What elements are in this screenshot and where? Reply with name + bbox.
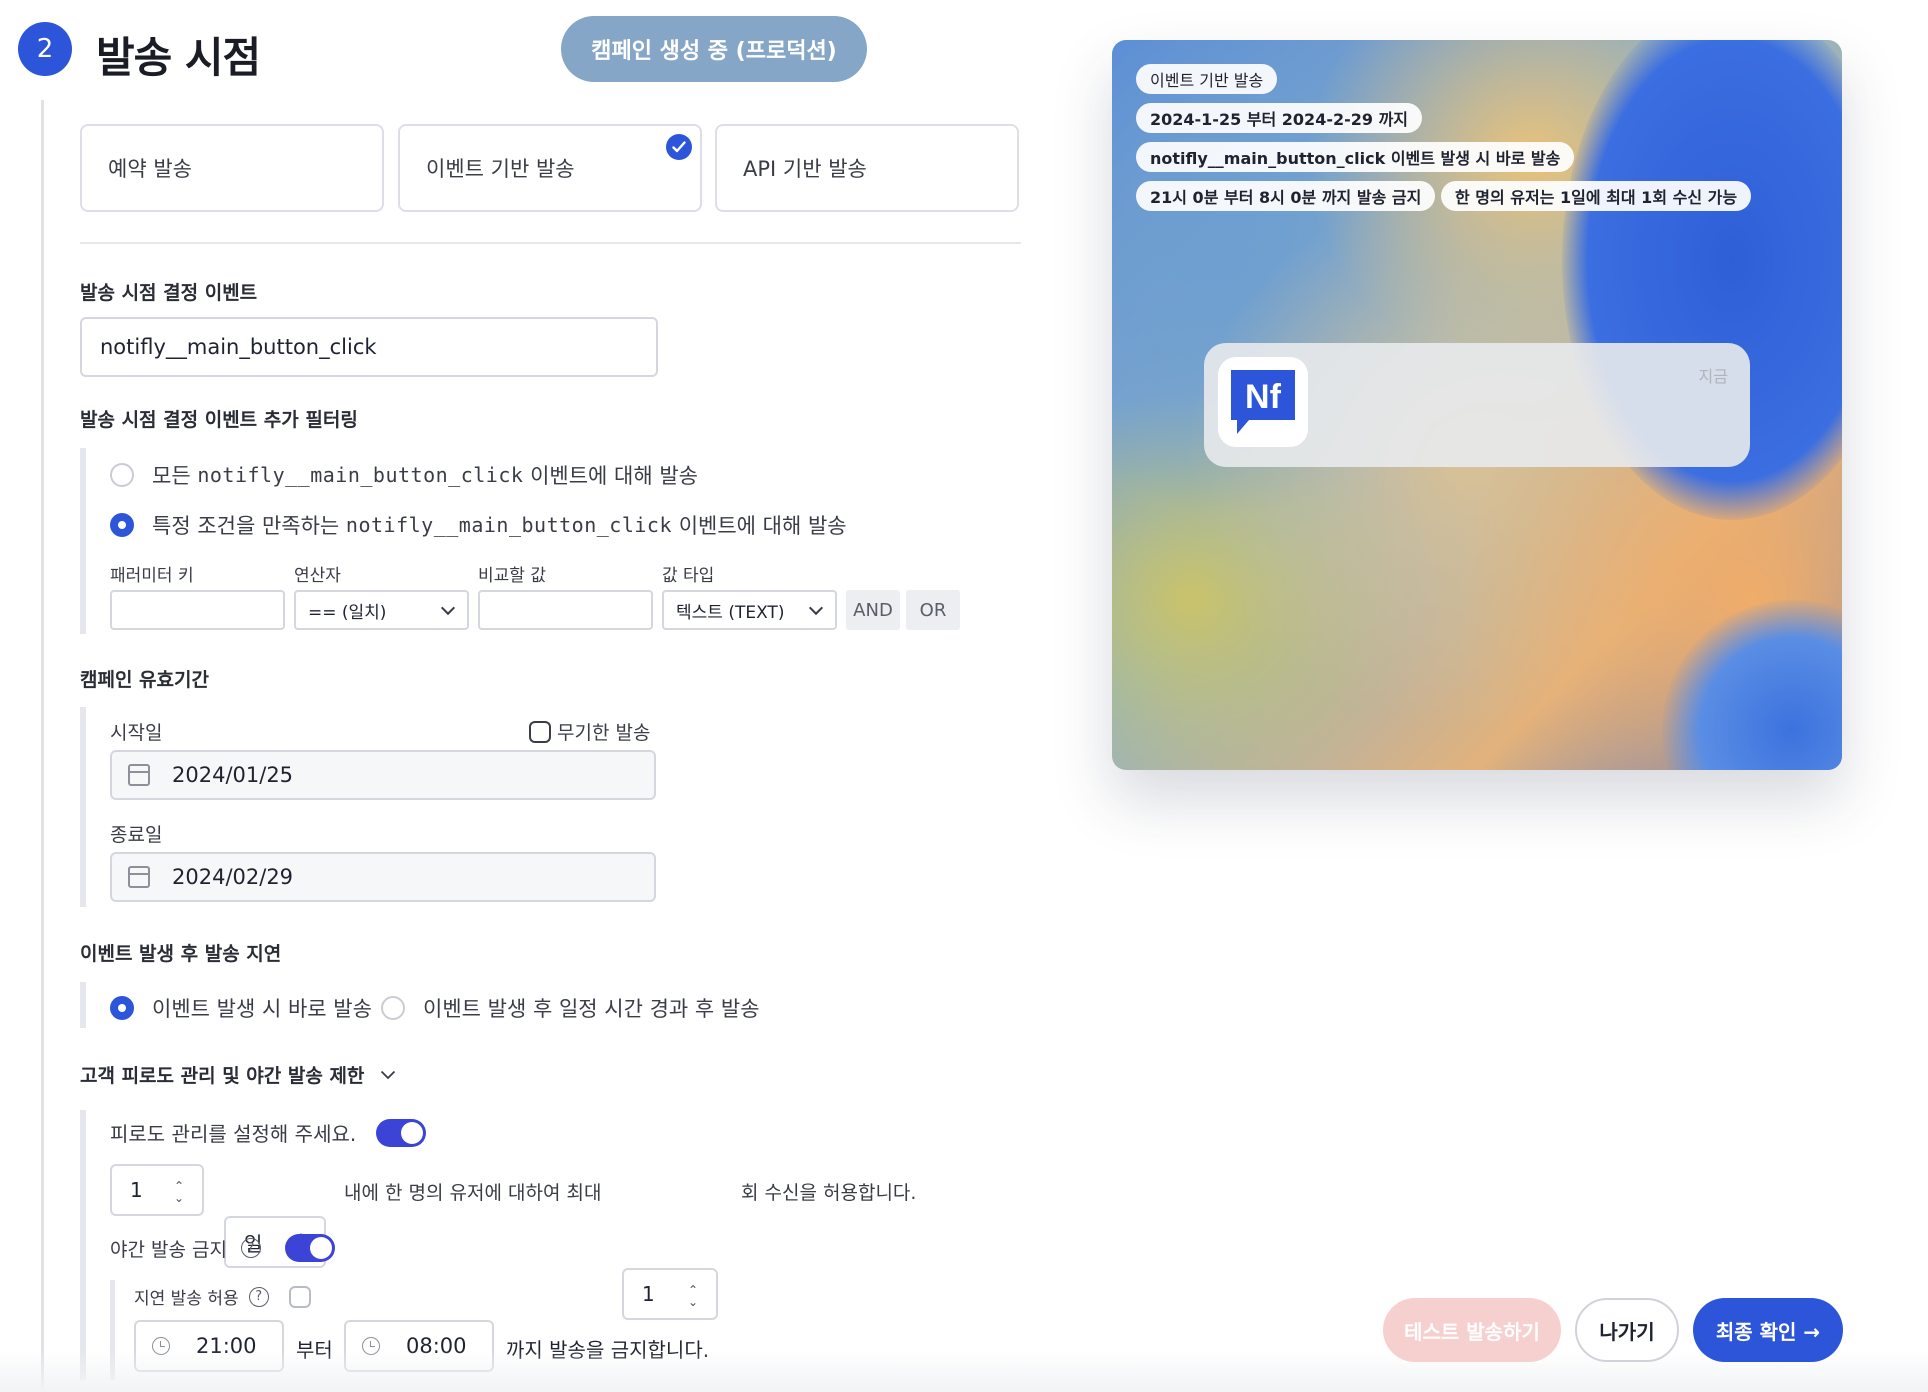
fatigue-middle-text: 내에 한 명의 유저에 대하여 최대: [344, 1182, 602, 1204]
start-date-value: 2024/01/25: [172, 763, 294, 787]
operator-select[interactable]: == (일치): [294, 590, 469, 630]
start-date-input[interactable]: 2024/01/25: [110, 750, 656, 800]
value-type-value: 텍스트 (TEXT): [676, 602, 785, 623]
campaign-status-pill: 캠페인 생성 중 (프로덕션): [561, 16, 867, 82]
push-preview-panel: 이벤트 기반 발송 2024-1-25 부터 2024-2-29 까지 noti…: [1112, 40, 1842, 770]
chevron-down-icon: [440, 600, 456, 616]
night-ban-toggle[interactable]: [284, 1234, 335, 1262]
notification-time: 지금: [1698, 367, 1728, 386]
fatigue-end-text: 회 수신을 허용합니다.: [741, 1182, 917, 1204]
period-value: 1: [130, 1178, 143, 1202]
option-text: 이벤트에 대해 발송: [530, 464, 699, 488]
filter-section-title: 발송 시점 결정 이벤트 추가 필터링: [80, 409, 358, 431]
or-button[interactable]: OR: [906, 590, 960, 630]
delay-option-delayed[interactable]: 이벤트 발생 후 일정 시간 경과 후 발송: [381, 993, 760, 1023]
svg-text:Nf: Nf: [1245, 378, 1282, 416]
validity-subpanel-bar: [80, 707, 86, 907]
radio-unchecked[interactable]: [381, 996, 405, 1020]
fatigue-count-stepper[interactable]: 1 ⌃ ⌄: [622, 1268, 718, 1320]
end-date-value: 2024/02/29: [172, 865, 294, 889]
stepper-arrows-icon[interactable]: ⌃ ⌄: [688, 1284, 698, 1308]
final-confirm-button[interactable]: 최종 확인 →: [1693, 1298, 1843, 1362]
end-date-label: 종료일: [110, 824, 163, 846]
preview-tag: 이벤트 기반 발송: [1136, 64, 1278, 94]
option-text: 이벤트에 대해 발송: [678, 514, 847, 538]
unlimited-send-checkbox[interactable]: 무기한 발송: [529, 718, 650, 745]
filter-option-conditional[interactable]: 특정 조건을 만족하는 notifly__main_button_click 이…: [110, 510, 847, 540]
filter-option-all[interactable]: 모든 notifly__main_button_click 이벤트에 대해 발송: [110, 460, 698, 490]
calendar-icon: [128, 764, 150, 786]
fatigue-label: 피로도 관리를 설정해 주세요.: [110, 1122, 357, 1146]
start-date-label: 시작일: [110, 722, 163, 744]
help-icon[interactable]: ?: [248, 1286, 269, 1307]
operator-value: == (일치): [308, 602, 387, 623]
delay-subpanel-bar: [80, 982, 86, 1028]
calendar-icon: [128, 866, 150, 888]
radio-checked[interactable]: [110, 513, 134, 537]
preview-tag: 21시 0분 부터 8시 0분 까지 발송 금지: [1136, 181, 1436, 211]
event-name-input[interactable]: notifly__main_button_click: [80, 317, 658, 377]
night-ban-label: 야간 발송 금지: [110, 1238, 227, 1261]
method-label: 예약 발송: [108, 157, 192, 181]
fatigue-section-header[interactable]: 고객 피로도 관리 및 야간 발송 제한: [80, 1061, 396, 1088]
section-divider: [80, 242, 1021, 244]
method-card-event-based[interactable]: 이벤트 기반 발송: [398, 124, 702, 212]
wallpaper-shape: [1662, 600, 1842, 770]
value-type-select[interactable]: 텍스트 (TEXT): [662, 590, 837, 630]
delay-allow-row: 지연 발송 허용 ?: [134, 1284, 311, 1309]
checkbox-unchecked[interactable]: [529, 720, 551, 743]
preview-tag: 2024-1-25 부터 2024-2-29 까지: [1136, 103, 1423, 133]
operator-label: 연산자: [294, 566, 341, 586]
radio-checked[interactable]: [110, 996, 134, 1020]
step-number-badge: 2: [18, 22, 72, 76]
chevron-down-icon: [808, 600, 824, 616]
step-timeline-line: [41, 100, 44, 1392]
option-event-code: notifly__main_button_click: [345, 513, 672, 537]
param-key-label: 패러미터 키: [110, 566, 194, 586]
and-button[interactable]: AND: [846, 590, 900, 630]
option-text: 모든: [152, 464, 191, 488]
preview-tag: notifly__main_button_click 이벤트 발생 시 바로 발…: [1136, 142, 1575, 172]
selected-check-icon: [666, 134, 692, 160]
test-send-button[interactable]: 테스트 발송하기: [1383, 1298, 1561, 1362]
filter-subpanel-bar: [80, 448, 86, 634]
help-icon[interactable]: ?: [240, 1238, 261, 1258]
preview-tag: 한 명의 유저는 1일에 최대 1회 수신 가능: [1441, 181, 1752, 211]
validity-section-title: 캠페인 유효기간: [80, 669, 209, 691]
event-name-value: notifly__main_button_click: [100, 335, 377, 359]
delay-option-immediate[interactable]: 이벤트 발생 시 바로 발송: [110, 993, 372, 1023]
radio-unchecked[interactable]: [110, 463, 134, 487]
value-type-label: 값 타입: [662, 566, 715, 586]
page-title: 발송 시점: [96, 33, 261, 82]
notification-card: Nf 지금: [1204, 343, 1750, 467]
fatigue-toggle-row: 피로도 관리를 설정해 주세요.: [110, 1118, 427, 1147]
method-label: API 기반 발송: [743, 157, 867, 181]
delay-allow-label: 지연 발송 허용: [134, 1289, 239, 1309]
fatigue-toggle[interactable]: [376, 1118, 427, 1147]
method-card-api-based[interactable]: API 기반 발송: [715, 124, 1019, 212]
option-text: 특정 조건을 만족하는: [152, 514, 340, 538]
event-section-title: 발송 시점 결정 이벤트: [80, 282, 258, 304]
end-date-input[interactable]: 2024/02/29: [110, 852, 656, 902]
stepper-arrows-icon[interactable]: ⌃ ⌄: [174, 1180, 184, 1204]
delay-allow-checkbox[interactable]: [288, 1285, 311, 1308]
exit-button[interactable]: 나가기: [1575, 1298, 1679, 1362]
app-logo-icon: Nf: [1218, 357, 1308, 447]
delay-section-title: 이벤트 발생 후 발송 지연: [80, 943, 282, 965]
fatigue-subpanel-bar: [80, 1110, 86, 1380]
option-event-code: notifly__main_button_click: [197, 463, 524, 487]
compare-value-input[interactable]: [478, 590, 653, 630]
fatigue-period-stepper[interactable]: 1 ⌃ ⌄: [110, 1164, 204, 1216]
method-label: 이벤트 기반 발송: [426, 157, 575, 181]
night-ban-row: 야간 발송 금지 ?: [110, 1234, 335, 1262]
chevron-down-icon: [381, 1070, 396, 1079]
unlimited-send-label: 무기한 발송: [557, 722, 651, 744]
method-card-scheduled[interactable]: 예약 발송: [80, 124, 384, 212]
fatigue-section-title: 고객 피로도 관리 및 야간 발송 제한: [80, 1065, 365, 1087]
param-key-input[interactable]: [110, 590, 285, 630]
compare-value-label: 비교할 값: [478, 566, 546, 586]
count-value: 1: [642, 1282, 655, 1306]
option-text: 이벤트 발생 후 일정 시간 경과 후 발송: [423, 997, 760, 1021]
option-text: 이벤트 발생 시 바로 발송: [152, 997, 372, 1021]
